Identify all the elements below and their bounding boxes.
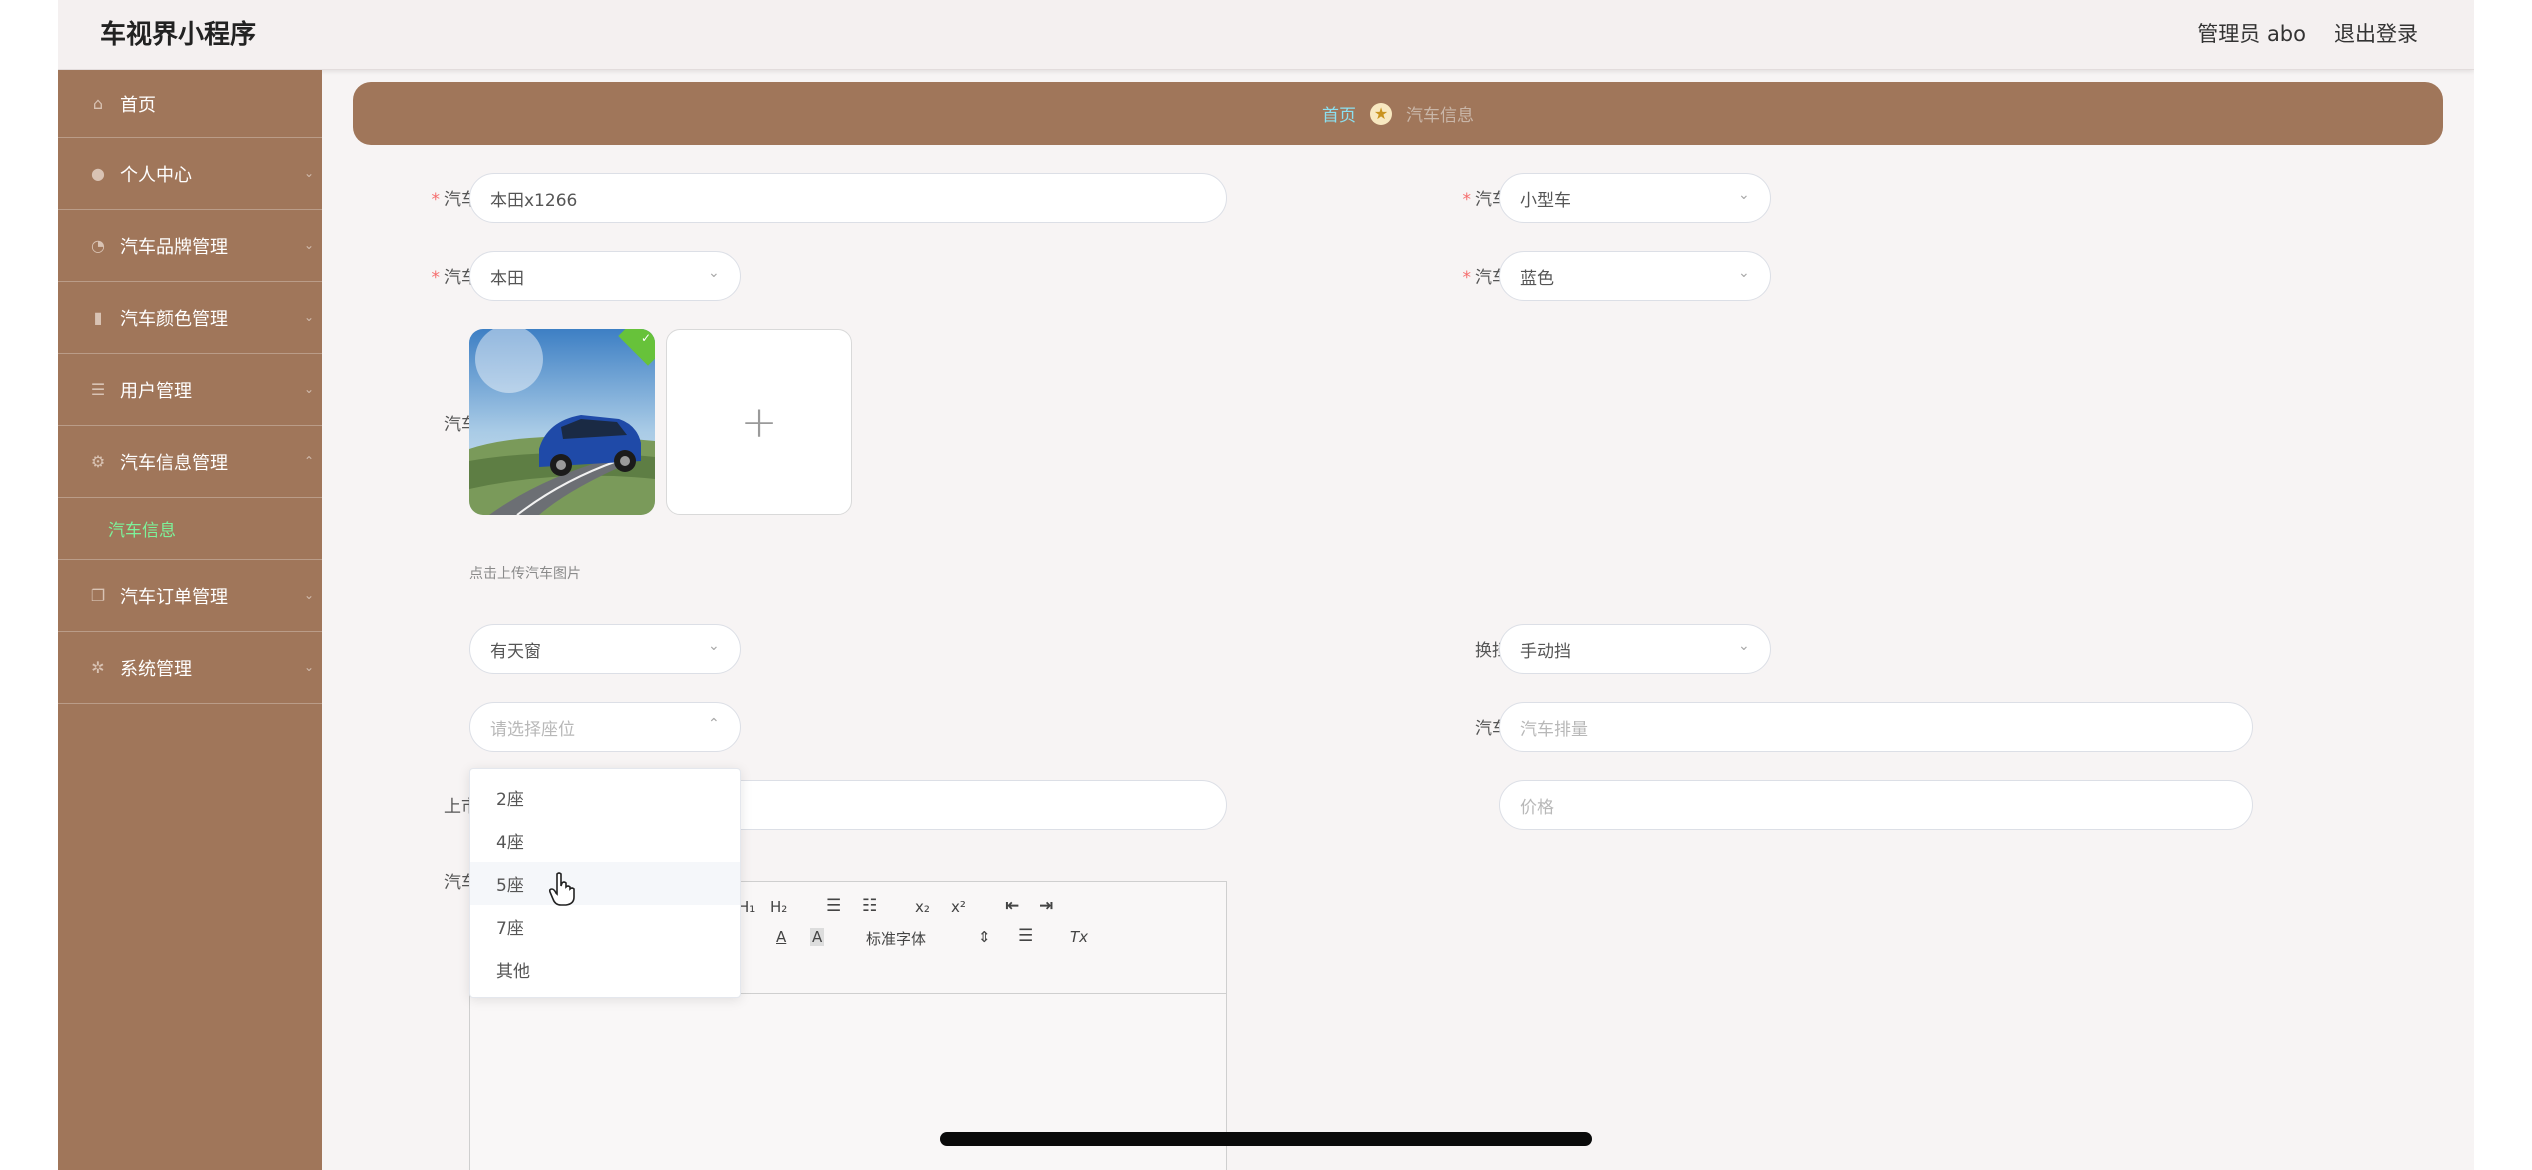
list-icon: ☰ — [90, 380, 106, 399]
align-icon[interactable]: ☰ — [1018, 926, 1033, 946]
sidebar-item-color-management[interactable]: ▮ 汽车颜色管理 ⌄ — [58, 282, 322, 354]
sidebar-item-system-management[interactable]: ✲ 系统管理 ⌄ — [58, 632, 322, 704]
sidebar-subitem-car-info[interactable]: 汽车信息 — [58, 498, 322, 560]
seat-option[interactable]: 其他 — [470, 948, 740, 991]
brand-select-value: 本田 — [490, 268, 524, 289]
outdent-icon[interactable]: ⇤ — [1005, 896, 1019, 916]
plus-icon: + — [740, 396, 778, 448]
chevron-down-icon: ⌄ — [304, 310, 315, 324]
check-icon: ✓ — [640, 331, 651, 345]
superscript-button[interactable]: x² — [951, 898, 966, 916]
logout-link[interactable]: 退出登录 — [2334, 18, 2418, 48]
breadcrumb-current: 汽车信息 — [1406, 106, 1474, 126]
home-icon: ⌂ — [92, 94, 104, 113]
displacement-input[interactable]: 汽车排量 — [1499, 702, 2253, 752]
chevron-down-icon: ⌄ — [1738, 187, 1750, 203]
seat-option[interactable]: 7座 — [470, 905, 740, 948]
model-input[interactable]: 本田x1266 — [469, 173, 1227, 223]
clear-format-button[interactable]: Tx — [1070, 928, 1088, 946]
font-color-icon[interactable]: A — [776, 928, 786, 946]
h2-button[interactable]: H₂ — [770, 898, 787, 916]
sidebar-item-label: 汽车品牌管理 — [120, 236, 228, 258]
chevron-down-icon: ⌄ — [1738, 638, 1750, 654]
brand-select[interactable]: 本田 ⌄ — [469, 251, 741, 301]
star-icon: ★ — [1370, 102, 1392, 125]
chevron-down-icon: ⌄ — [304, 588, 315, 602]
highlight-color-icon[interactable]: A — [810, 928, 825, 946]
sidebar-item-personal-center[interactable]: ● 个人中心 ⌄ — [58, 138, 322, 210]
sidebar-item-order-management[interactable]: ❐ 汽车订单管理 ⌄ — [58, 560, 322, 632]
seat-select-placeholder: 请选择座位 — [490, 719, 575, 740]
sidebar-item-label: 个人中心 — [120, 164, 192, 186]
app-title: 车视界小程序 — [100, 20, 257, 50]
ordered-list-icon[interactable]: ☰ — [826, 896, 841, 916]
price-input[interactable]: 价格 — [1499, 780, 2253, 830]
chevron-up-icon: ⌃ — [708, 716, 720, 732]
sidebar-item-label: 汽车颜色管理 — [120, 308, 228, 330]
seat-option[interactable]: 4座 — [470, 819, 740, 862]
seat-option[interactable]: 2座 — [470, 776, 740, 819]
sunroof-select-value: 有天窗 — [490, 641, 541, 662]
dashboard-icon: ◔ — [91, 236, 105, 255]
sidebar-item-label: 用户管理 — [120, 380, 192, 402]
subscript-button[interactable]: x₂ — [915, 898, 930, 916]
type-select[interactable]: 小型车 ⌄ — [1499, 173, 1771, 223]
top-bar: 车视界小程序 管理员 abo 退出登录 — [58, 0, 2474, 70]
sidebar: ⌂ 首页 ● 个人中心 ⌄ ◔ 汽车品牌管理 ⌄ ▮ 汽车颜色管理 ⌄ ☰ 用户… — [58, 70, 322, 1170]
chevron-down-icon: ⌄ — [1738, 265, 1750, 281]
sidebar-item-home[interactable]: ⌂ 首页 — [58, 70, 322, 138]
breadcrumb-home-link[interactable]: 首页 — [1322, 101, 1356, 126]
sidebar-item-label: 汽车订单管理 — [120, 586, 228, 608]
app-frame: 车视界小程序 管理员 abo 退出登录 ⌂ 首页 ● 个人中心 ⌄ ◔ 汽车品牌… — [58, 0, 2474, 1170]
upload-image-button[interactable]: + — [666, 329, 852, 515]
chevron-down-icon: ⌄ — [304, 660, 315, 674]
gear-select[interactable]: 手动挡 ⌄ — [1499, 624, 1771, 674]
sidebar-item-user-management[interactable]: ☰ 用户管理 ⌄ — [58, 354, 322, 426]
upload-hint: 点击上传汽车图片 — [469, 566, 581, 582]
color-select[interactable]: 蓝色 ⌄ — [1499, 251, 1771, 301]
sidebar-item-label: 首页 — [120, 94, 156, 116]
chevron-down-icon: ⌄ — [304, 166, 315, 180]
font-family-select[interactable]: 标准字体 — [866, 928, 926, 949]
copy-icon: ❐ — [90, 586, 106, 605]
home-indicator — [940, 1132, 1592, 1146]
car-photo — [469, 329, 655, 515]
seat-option-hovered[interactable]: 5座 — [470, 862, 740, 905]
sidebar-item-label: 汽车信息管理 — [120, 452, 228, 474]
car-image-thumbnail[interactable]: ✓ — [469, 329, 655, 515]
indent-icon[interactable]: ⇥ — [1039, 896, 1053, 916]
chevron-down-icon: ⌄ — [708, 638, 720, 654]
sidebar-item-label: 系统管理 — [120, 658, 192, 680]
chevron-down-icon: ⌄ — [304, 238, 315, 252]
tools-icon: ✲ — [91, 658, 105, 677]
sidebar-item-brand-management[interactable]: ◔ 汽车品牌管理 ⌄ — [58, 210, 322, 282]
gear-select-value: 手动挡 — [1520, 641, 1571, 662]
settings-icon: ⚙ — [90, 452, 106, 471]
sunroof-select[interactable]: 有天窗 ⌄ — [469, 624, 741, 674]
sidebar-item-car-info-management[interactable]: ⚙ 汽车信息管理 ⌃ — [58, 426, 322, 498]
bar-chart-icon: ▮ — [93, 308, 103, 327]
font-family-arrow-icon: ⇕ — [978, 928, 991, 946]
hand-cursor-icon — [548, 872, 575, 906]
color-select-value: 蓝色 — [1520, 268, 1554, 289]
seat-select[interactable]: 请选择座位 ⌃ — [469, 702, 741, 752]
admin-label: 管理员 abo — [2197, 22, 2306, 46]
chevron-up-icon: ⌃ — [304, 454, 315, 468]
chevron-down-icon: ⌄ — [304, 382, 315, 396]
chevron-down-icon: ⌄ — [708, 265, 720, 281]
user-icon: ● — [91, 164, 105, 183]
bullet-list-icon[interactable]: ☷ — [862, 896, 877, 916]
breadcrumb: 首页 ★ 汽车信息 — [353, 82, 2443, 145]
type-select-value: 小型车 — [1520, 190, 1571, 211]
seat-dropdown: 2座 4座 5座 7座 其他 — [469, 768, 741, 998]
